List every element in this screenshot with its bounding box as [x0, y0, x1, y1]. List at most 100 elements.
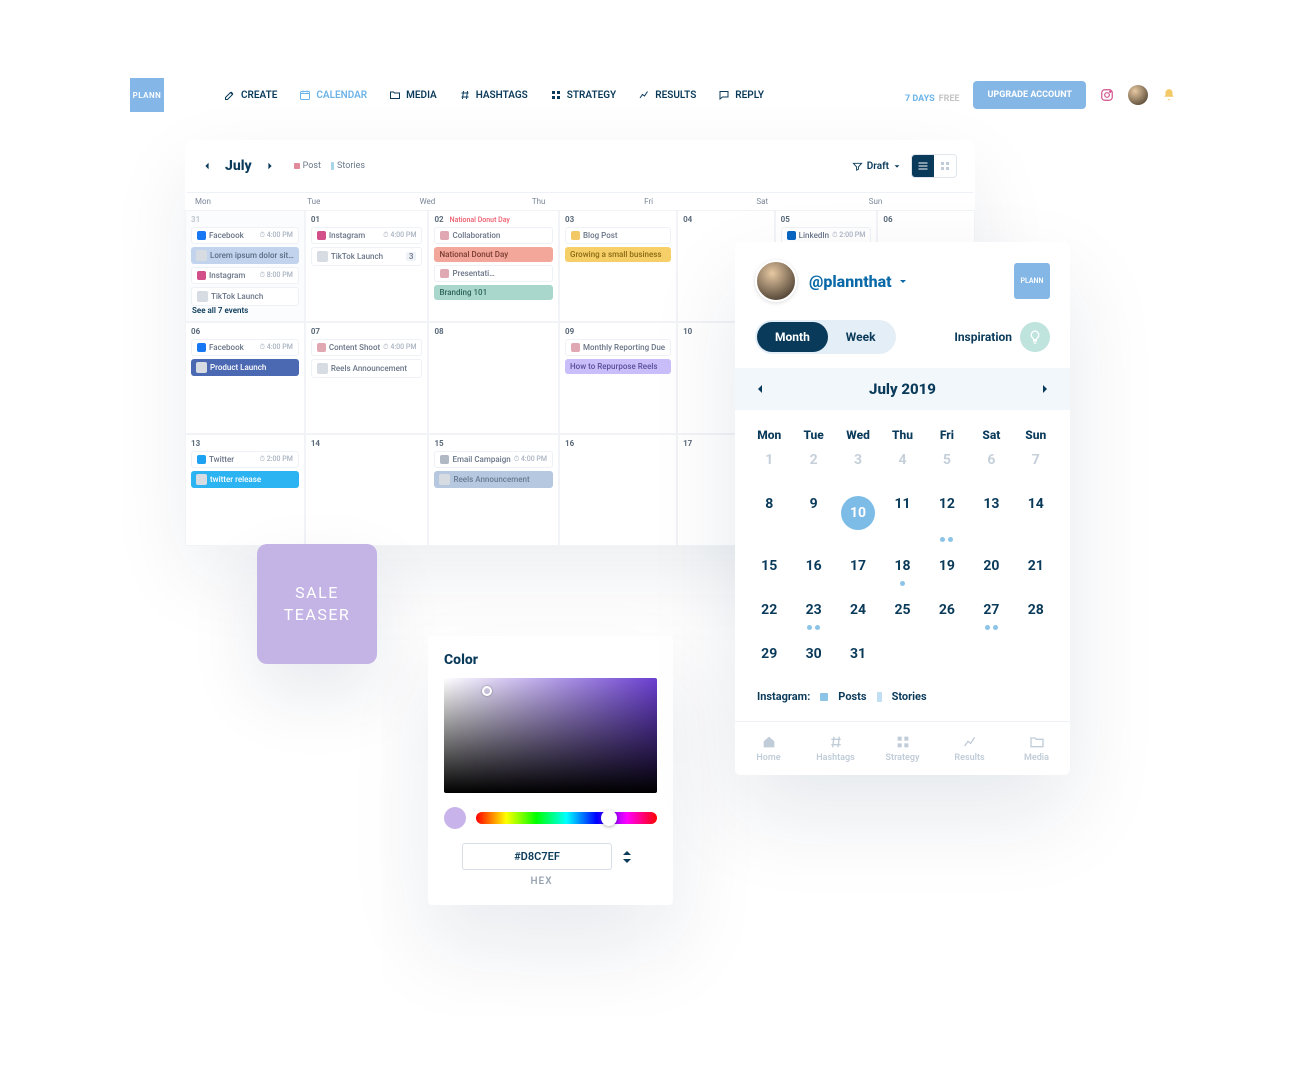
calendar-cell[interactable]: 06Facebook⏱ 4:00 PMProduct Launch — [185, 322, 305, 434]
hue-slider[interactable] — [476, 812, 657, 824]
prev-month-button[interactable] — [203, 162, 211, 170]
event-bar[interactable]: twitter release — [191, 471, 299, 488]
mobile-day[interactable]: 2 — [791, 452, 835, 474]
event-bar[interactable]: Reels Announcement — [434, 471, 553, 488]
event-row[interactable]: Facebook⏱ 4:00 PM — [191, 227, 299, 244]
filter-draft-dropdown[interactable]: Draft — [852, 161, 901, 172]
nav-media[interactable]: MEDIA — [389, 89, 437, 101]
event-bar[interactable]: Branding 101 — [434, 285, 553, 300]
mobile-day[interactable]: 3 — [836, 452, 880, 474]
month-segment-button[interactable]: Month — [757, 322, 828, 352]
mobile-day[interactable]: 22 — [747, 602, 791, 624]
saturation-cursor[interactable] — [482, 686, 492, 696]
mobile-day[interactable]: 21 — [1014, 558, 1058, 580]
calendar-cell[interactable]: 14 — [305, 434, 429, 546]
event-bar[interactable]: National Donut Day — [434, 247, 553, 262]
calendar-cell[interactable]: 02National Donut DayCollaborationNationa… — [428, 210, 559, 322]
account-handle-dropdown[interactable]: @plannthat — [809, 272, 908, 291]
event-row[interactable]: Twitter⏱ 2:00 PM — [191, 451, 299, 468]
calendar-cell[interactable]: 16 — [559, 434, 677, 546]
sale-teaser-card[interactable]: SALETEASER — [257, 544, 377, 664]
mobile-day[interactable]: 6 — [969, 452, 1013, 474]
event-row[interactable]: Monthly Reporting Due — [565, 339, 671, 356]
nav-strategy[interactable]: STRATEGY — [550, 89, 616, 101]
mobile-day[interactable]: 12 — [925, 496, 969, 536]
see-all-events-link[interactable]: See all 7 events — [192, 306, 248, 315]
saturation-field[interactable] — [444, 678, 657, 793]
mobile-day[interactable]: 28 — [1014, 602, 1058, 624]
mobile-nav-home[interactable]: Home — [735, 722, 802, 775]
nav-create[interactable]: CREATE — [224, 89, 277, 101]
mobile-next-month-button[interactable] — [1040, 384, 1050, 394]
event-bar[interactable]: Lorem ipsum dolor sit… — [191, 247, 299, 264]
grid-view-button[interactable] — [934, 155, 956, 177]
nav-results[interactable]: RESULTS — [638, 89, 696, 101]
event-bar[interactable]: Product Launch — [191, 359, 299, 376]
mobile-day[interactable]: 23 — [791, 602, 835, 624]
event-row[interactable]: Instagram⏱ 4:00 PM — [311, 227, 423, 244]
next-month-button[interactable] — [266, 162, 274, 170]
mobile-day[interactable]: 18 — [880, 558, 924, 580]
mobile-day[interactable]: 29 — [747, 646, 791, 668]
event-row[interactable]: Email Campaign⏱ 4:00 PM — [434, 451, 553, 468]
mobile-day[interactable]: 9 — [791, 496, 835, 536]
calendar-cell[interactable]: 15Email Campaign⏱ 4:00 PMReels Announcem… — [428, 434, 559, 546]
mobile-nav-media[interactable]: Media — [1003, 722, 1070, 775]
event-row[interactable]: Collaboration — [434, 227, 553, 244]
mobile-nav-hashtags[interactable]: Hashtags — [802, 722, 869, 775]
mobile-day[interactable]: 1 — [747, 452, 791, 474]
mobile-day[interactable]: 17 — [836, 558, 880, 580]
mobile-day[interactable]: 13 — [969, 496, 1013, 536]
calendar-cell[interactable]: 31Facebook⏱ 4:00 PMLorem ipsum dolor sit… — [185, 210, 305, 322]
nav-reply[interactable]: REPLY — [718, 89, 764, 101]
mobile-nav-results[interactable]: Results — [936, 722, 1003, 775]
calendar-cell[interactable]: 08 — [428, 322, 559, 434]
upgrade-account-button[interactable]: UPGRADE ACCOUNT — [973, 81, 1086, 109]
mobile-day[interactable]: 24 — [836, 602, 880, 624]
event-bar[interactable]: TikTok Launch — [191, 287, 299, 306]
mobile-day[interactable]: 14 — [1014, 496, 1058, 536]
mobile-day[interactable]: 27 — [969, 602, 1013, 624]
user-avatar[interactable] — [1128, 85, 1148, 105]
mobile-day[interactable]: 19 — [925, 558, 969, 580]
calendar-cell[interactable]: 03Blog PostGrowing a small business — [559, 210, 677, 322]
event-row[interactable]: Blog Post — [565, 227, 671, 244]
mobile-day[interactable]: 15 — [747, 558, 791, 580]
mobile-day[interactable]: 5 — [925, 452, 969, 474]
hue-cursor[interactable] — [601, 810, 617, 826]
event-row[interactable]: Content Shoot⏱ 4:00 PM — [311, 339, 423, 356]
calendar-cell[interactable]: 09Monthly Reporting DueHow to Repurpose … — [559, 322, 677, 434]
event-row[interactable]: Facebook⏱ 4:00 PM — [191, 339, 299, 356]
event-row[interactable]: Presentati… — [434, 265, 553, 282]
inspiration-button[interactable]: Inspiration — [954, 322, 1050, 352]
event-bar[interactable]: Reels Announcement — [311, 359, 423, 378]
event-bar[interactable]: How to Repurpose Reels — [565, 359, 671, 374]
mobile-day[interactable]: 25 — [880, 602, 924, 624]
mobile-day[interactable]: 30 — [791, 646, 835, 668]
calendar-cell[interactable]: 13Twitter⏱ 2:00 PMtwitter release — [185, 434, 305, 546]
event-bar[interactable]: Growing a small business — [565, 247, 671, 262]
instagram-icon[interactable] — [1100, 88, 1114, 102]
nav-calendar[interactable]: CALENDAR — [299, 89, 367, 101]
week-segment-button[interactable]: Week — [828, 322, 894, 352]
notifications-icon[interactable] — [1162, 88, 1176, 102]
event-row[interactable]: Instagram⏱ 8:00 PM — [191, 267, 299, 284]
profile-avatar[interactable] — [755, 260, 797, 302]
event-bar[interactable]: TikTok Launch3 — [311, 247, 423, 266]
hex-input[interactable] — [462, 843, 612, 870]
mobile-day[interactable]: 4 — [880, 452, 924, 474]
mobile-nav-strategy[interactable]: Strategy — [869, 722, 936, 775]
calendar-cell[interactable]: 01Instagram⏱ 4:00 PMTikTok Launch3 — [305, 210, 429, 322]
mobile-day[interactable]: 8 — [747, 496, 791, 536]
mobile-prev-month-button[interactable] — [755, 384, 765, 394]
mobile-day[interactable]: 26 — [925, 602, 969, 624]
mobile-day[interactable]: 7 — [1014, 452, 1058, 474]
mobile-day[interactable]: 16 — [791, 558, 835, 580]
mobile-day[interactable]: 10 — [836, 496, 880, 536]
hex-steppers[interactable] — [622, 849, 632, 865]
nav-hashtags[interactable]: HASHTAGS — [459, 89, 528, 101]
mobile-day[interactable]: 31 — [836, 646, 880, 668]
mobile-day[interactable]: 11 — [880, 496, 924, 536]
calendar-cell[interactable]: 07Content Shoot⏱ 4:00 PMReels Announceme… — [305, 322, 429, 434]
list-view-button[interactable] — [912, 155, 934, 177]
